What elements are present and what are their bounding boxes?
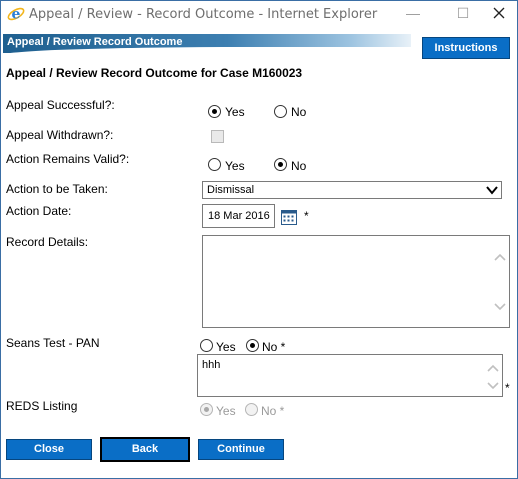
appeal-withdrawn-checkbox[interactable] <box>211 130 224 143</box>
reds-listing-no-radio[interactable] <box>245 403 258 416</box>
seans-test-label: Seans Test - PAN <box>6 336 100 350</box>
action-date-input[interactable]: 18 Mar 2016 <box>202 204 275 228</box>
appeal-successful-no-radio[interactable] <box>274 105 287 118</box>
action-to-be-taken-value: Dismissal <box>207 184 255 196</box>
scroll-up-arrow-icon[interactable] <box>494 252 506 262</box>
instructions-button[interactable]: Instructions <box>422 37 510 59</box>
action-date-required-marker: * <box>304 209 309 223</box>
action-remains-valid-no-radio[interactable] <box>274 158 287 171</box>
title-bar: e Appeal / Review - Record Outcome - Int… <box>1 1 517 28</box>
scroll-up-arrow-icon[interactable] <box>487 363 499 373</box>
action-to-be-taken-label: Action to be Taken: <box>6 182 108 196</box>
appeal-successful-no-label: No <box>291 105 307 119</box>
seans-test-yes-label: Yes <box>216 340 236 354</box>
scroll-down-arrow-icon[interactable] <box>487 381 499 391</box>
appeal-successful-label: Appeal Successful?: <box>6 98 115 112</box>
seans-test-required-marker: * <box>505 381 510 395</box>
close-button[interactable]: Close <box>6 439 92 460</box>
action-remains-valid-yes-radio[interactable] <box>208 158 221 171</box>
seans-test-yes-radio[interactable] <box>200 339 213 352</box>
action-to-be-taken-select[interactable]: Dismissal <box>202 181 502 199</box>
action-date-value: 18 Mar 2016 <box>208 210 270 222</box>
minimize-button[interactable]: — <box>405 5 421 21</box>
action-remains-valid-label: Action Remains Valid?: <box>6 152 130 166</box>
seans-test-text-value: hhh <box>202 359 221 371</box>
action-date-label: Action Date: <box>6 204 72 218</box>
appeal-successful-yes-radio[interactable] <box>208 105 221 118</box>
svg-text:e: e <box>12 7 21 23</box>
calendar-icon[interactable] <box>281 209 297 225</box>
seans-test-no-radio[interactable] <box>246 339 259 352</box>
internet-explorer-icon: e <box>7 7 25 23</box>
continue-button[interactable]: Continue <box>198 439 284 460</box>
action-remains-valid-yes-label: Yes <box>225 159 245 173</box>
appeal-withdrawn-label: Appeal Withdrawn?: <box>6 128 114 142</box>
window-title: Appeal / Review - Record Outcome - Inter… <box>29 7 378 22</box>
record-details-label: Record Details: <box>6 235 89 249</box>
record-details-textarea[interactable] <box>202 235 510 328</box>
reds-listing-label: REDS Listing <box>6 399 78 413</box>
seans-test-textarea[interactable]: hhh <box>197 354 503 397</box>
scroll-down-arrow-icon[interactable] <box>494 302 506 312</box>
appeal-successful-yes-label: Yes <box>225 105 245 119</box>
close-window-icon[interactable] <box>493 7 505 19</box>
section-header-label: Appeal / Review Record Outcome <box>7 36 183 48</box>
back-button[interactable]: Back <box>100 437 190 462</box>
action-remains-valid-no-label: No <box>291 159 307 173</box>
reds-listing-yes-label: Yes <box>216 404 236 418</box>
browser-window: e Appeal / Review - Record Outcome - Int… <box>0 0 518 479</box>
page-title: Appeal / Review Record Outcome for Case … <box>6 66 303 80</box>
section-header-bar: Appeal / Review Record Outcome <box>3 34 411 55</box>
maximize-button[interactable]: ☐ <box>455 5 471 21</box>
seans-test-no-label: No * <box>262 340 286 354</box>
chevron-down-icon <box>486 186 498 195</box>
reds-listing-no-label: No * <box>261 404 285 418</box>
reds-listing-yes-radio[interactable] <box>200 403 213 416</box>
